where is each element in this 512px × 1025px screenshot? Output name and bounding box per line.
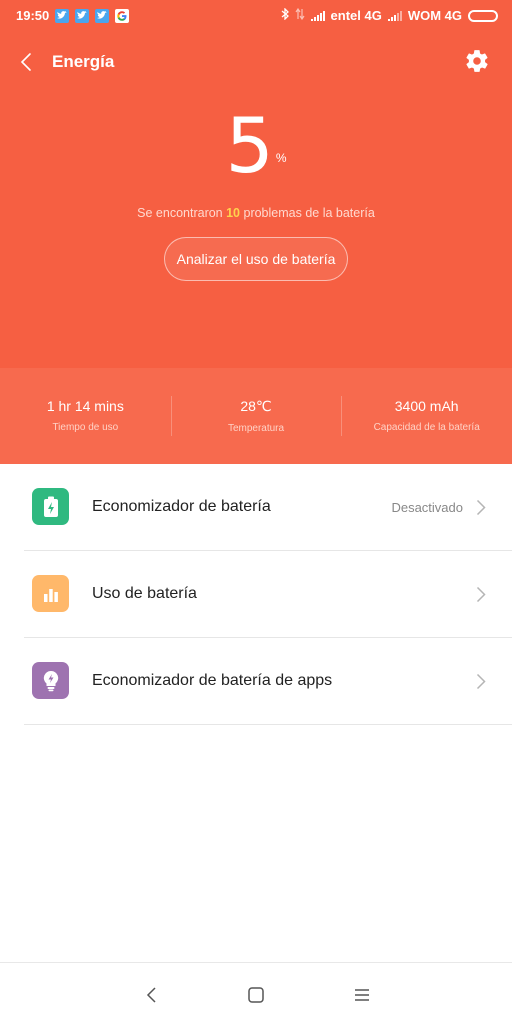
data-transfer-icon [295,7,305,23]
stat-value: 1 hr 14 mins [46,398,124,414]
list-item-status: Desactivado [391,500,463,515]
nav-home-button[interactable] [246,985,266,1005]
stat-value: 28℃ [240,398,272,414]
twitter-icon [55,8,70,23]
status-bar: 19:50 entel 4G WOM 4G [0,0,512,34]
nav-menu-icon [355,989,369,1001]
twitter-icon [95,8,110,23]
list-item-battery-saver[interactable]: Economizador de batería Desactivado [0,464,512,551]
battery-icon [468,9,498,22]
carrier2-label: WOM 4G [407,8,462,23]
app-header: Energía [0,44,512,80]
list-item-label: Uso de batería [92,585,197,602]
stat-usage-time: 1 hr 14 mins Tiempo de uso [0,368,171,464]
signal-icon [387,10,402,21]
stat-temperature: 28℃ Temperatura [170,368,342,464]
list-item-app-battery-saver[interactable]: Economizador de batería de apps [0,638,512,725]
analyze-battery-button[interactable]: Analizar el uso de batería [164,237,348,281]
nav-home-icon [248,987,264,1003]
stat-label: Temperatura [227,423,285,434]
status-time: 19:50 [16,8,50,23]
problems-summary: Se encontraron 10 problemas de la baterí… [0,206,512,220]
battery-percentage: 5% [0,106,512,186]
stat-label: Capacidad de la batería [373,422,480,433]
signal-icon [310,10,325,21]
battery-percent-value: 5 [225,101,274,190]
bar-chart-icon [32,575,69,612]
battery-saver-icon [32,488,69,525]
page-title: Energía [52,52,115,71]
twitter-icon [75,8,90,23]
settings-list: Economizador de batería Desactivado Uso … [0,464,512,725]
list-item-label: Economizador de batería [92,498,271,515]
gear-icon [466,50,488,72]
stat-value: 3400 mAh [394,398,459,414]
battery-header-panel: 19:50 entel 4G WOM 4G Energía 5 % Se enc… [0,0,512,464]
carrier1-label: entel 4G [330,8,382,23]
list-item-label: Economizador de batería de apps [92,672,333,689]
lightbulb-icon [32,662,69,699]
chevron-right-icon [476,586,486,603]
chevron-right-icon [476,499,486,516]
system-nav-bar [0,962,512,1025]
problems-suffix: problemas de la batería [240,206,375,220]
percent-sign: % [275,151,287,165]
battery-stats: 1 hr 14 mins Tiempo de uso 28℃ Temperatu… [0,368,512,464]
stat-capacity: 3400 mAh Capacidad de la batería [341,368,512,464]
nav-back-icon [146,987,156,1003]
settings-button[interactable] [464,48,490,74]
back-button[interactable] [16,50,38,74]
nav-back-button[interactable] [142,985,162,1005]
stat-label: Tiempo de uso [52,422,119,433]
google-icon [115,8,130,23]
chevron-right-icon [476,673,486,690]
list-item-battery-usage[interactable]: Uso de batería [0,551,512,638]
chevron-left-icon [20,53,31,71]
bluetooth-icon [281,7,289,23]
nav-menu-button[interactable] [352,985,372,1005]
problems-prefix: Se encontraron [137,206,227,220]
problems-count: 10 [226,206,241,220]
